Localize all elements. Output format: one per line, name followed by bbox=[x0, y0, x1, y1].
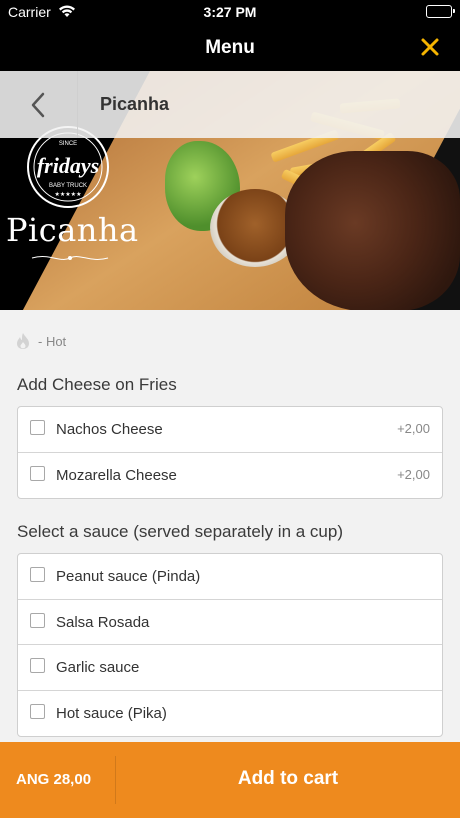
product-hero-image: SINCE fridays BABY TRUCK ★★★★★ Picanha P… bbox=[0, 71, 460, 310]
checkbox[interactable] bbox=[30, 465, 45, 481]
option-label: Salsa Rosada bbox=[56, 613, 150, 631]
checkbox[interactable] bbox=[30, 658, 45, 673]
svg-text:SINCE: SINCE bbox=[59, 141, 77, 147]
option-row[interactable]: Mozarella Cheese +2,00 bbox=[18, 453, 442, 499]
option-label: Mozarella Cheese bbox=[56, 466, 177, 484]
cart-bar: ANG 28,00 Add to cart bbox=[0, 742, 460, 818]
cart-total: ANG 28,00 bbox=[16, 771, 92, 788]
close-icon[interactable] bbox=[416, 33, 444, 61]
option-row[interactable]: Garlic sauce bbox=[18, 645, 442, 691]
option-label: Peanut sauce (Pinda) bbox=[56, 568, 201, 585]
option-price: +2,00 bbox=[397, 421, 430, 436]
checkbox[interactable] bbox=[30, 567, 45, 582]
svg-text:★★★★★: ★★★★★ bbox=[55, 191, 82, 198]
option-price: +2,00 bbox=[397, 466, 430, 482]
svg-text:BABY TRUCK: BABY TRUCK bbox=[49, 183, 87, 189]
add-to-cart-label: Add to cart bbox=[237, 768, 339, 789]
options-list-cheese: Nachos Cheese +2,00 Mozarella Cheese +2,… bbox=[17, 406, 443, 499]
option-row[interactable]: Nachos Cheese +2,00 bbox=[18, 407, 442, 453]
checkbox[interactable] bbox=[30, 703, 45, 719]
option-label: Nachos Cheese bbox=[56, 421, 163, 438]
add-to-cart-button[interactable]: Add to cart bbox=[116, 742, 460, 818]
product-header: Picanha bbox=[0, 71, 460, 138]
flame-icon bbox=[17, 333, 29, 349]
legend-text: - Hot bbox=[38, 333, 67, 349]
option-row[interactable]: Salsa Rosada bbox=[18, 600, 442, 645]
status-bar: Carrier 3:27 PM bbox=[0, 0, 460, 24]
options-list-sauce: Peanut sauce (Pinda) Salsa Rosada Garlic… bbox=[17, 553, 443, 737]
section-title-sauce: Select a sauce (served separately in a c… bbox=[17, 522, 344, 541]
back-button[interactable] bbox=[0, 71, 78, 138]
dish-title: Picanha bbox=[6, 211, 139, 249]
chevron-left-icon bbox=[31, 92, 45, 118]
nav-title: Menu bbox=[205, 37, 255, 58]
nav-bar: Menu bbox=[0, 24, 460, 71]
checkbox[interactable] bbox=[30, 612, 45, 628]
option-row[interactable]: Hot sauce (Pika) bbox=[18, 691, 442, 737]
legend: - Hot bbox=[16, 332, 66, 350]
section-title-cheese: Add Cheese on Fries bbox=[17, 375, 177, 394]
flourish-ornament bbox=[31, 256, 109, 260]
steak bbox=[285, 151, 460, 310]
option-row[interactable]: Peanut sauce (Pinda) bbox=[18, 554, 442, 600]
option-label: Garlic sauce bbox=[56, 659, 140, 676]
checkbox[interactable] bbox=[30, 420, 45, 435]
battery-icon bbox=[426, 5, 455, 18]
svg-text:fridays: fridays bbox=[37, 153, 99, 178]
option-label: Hot sauce (Pika) bbox=[56, 704, 167, 722]
product-name: Picanha bbox=[100, 94, 170, 114]
status-time: 3:27 PM bbox=[203, 4, 257, 20]
